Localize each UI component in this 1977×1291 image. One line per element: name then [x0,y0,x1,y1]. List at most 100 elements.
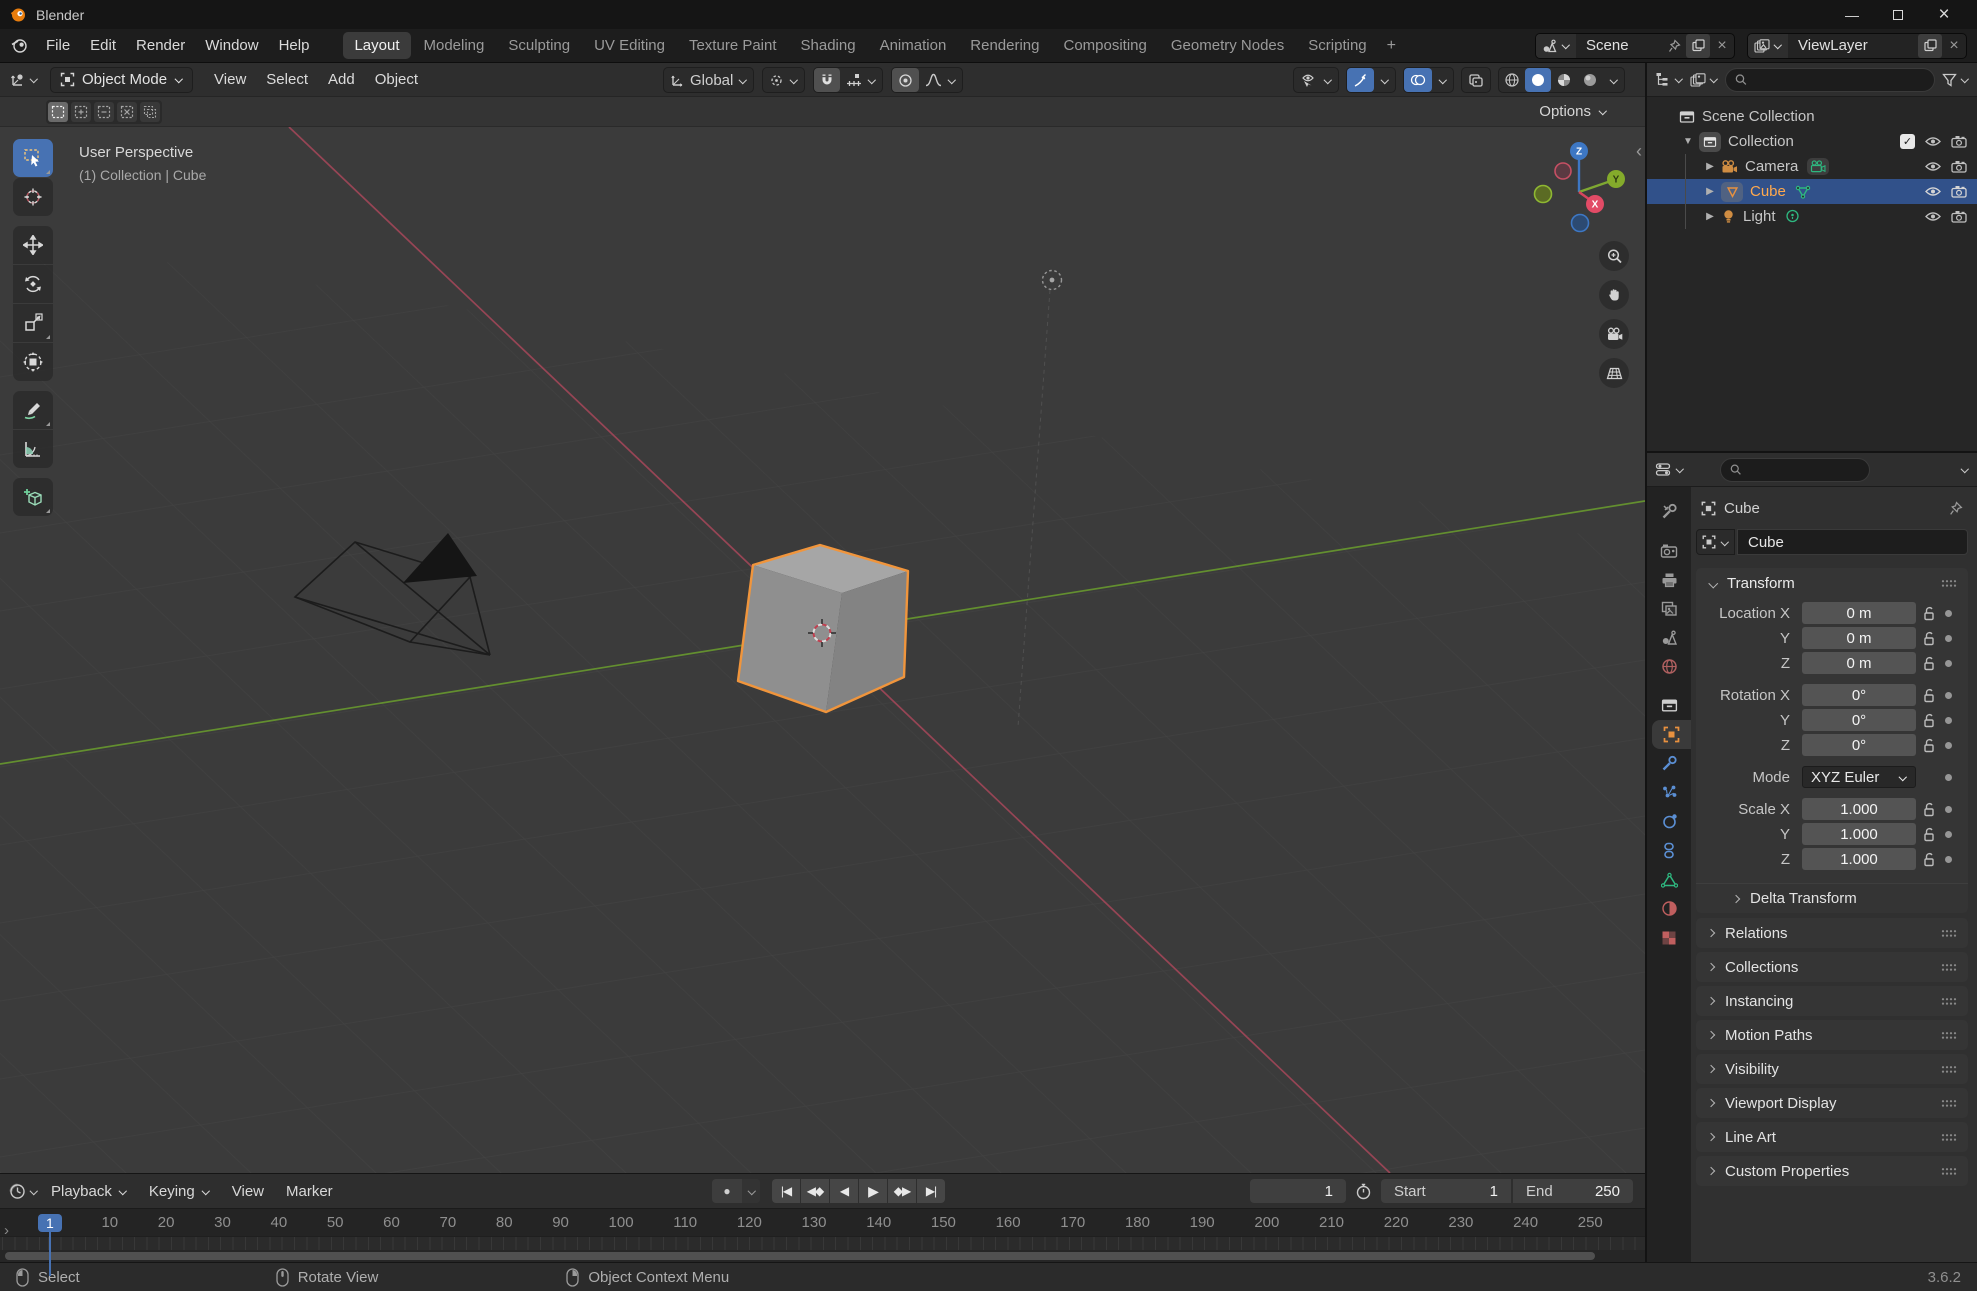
new-viewlayer-button[interactable] [1918,33,1942,58]
tab-physics[interactable] [1647,807,1691,836]
outliner-search[interactable] [1725,67,1935,92]
timeline-view-menu[interactable]: View [223,1179,273,1204]
camera-view-button[interactable] [1599,319,1629,349]
tool-cursor[interactable] [13,178,53,216]
render-camera-toggle[interactable] [1951,135,1967,148]
auto-keying-dropdown[interactable] [742,1179,760,1203]
shading-rendered-button[interactable] [1577,68,1603,92]
animate-dot[interactable] [1945,691,1952,699]
timeline-marker-menu[interactable]: Marker [277,1179,342,1204]
menu-item[interactable]: Edit [80,33,126,58]
sidebar-collapse-icon[interactable]: ‹ [1636,141,1642,162]
value-field[interactable]: 0° [1802,734,1916,756]
tab-render[interactable] [1647,536,1691,565]
tool-add-cube[interactable] [13,478,53,516]
jump-to-end-button[interactable]: ▶| [917,1179,945,1203]
value-field[interactable]: 0 m [1802,602,1916,624]
snap-toggle[interactable] [814,68,841,92]
properties-search-input[interactable] [1747,461,1860,478]
drag-handle-icon[interactable] [1941,1031,1957,1040]
hide-eye-toggle[interactable] [1924,186,1942,197]
properties-panel-header[interactable]: Delta Transform [1696,883,1968,913]
workspace-tab[interactable]: Texture Paint [678,32,788,59]
perspective-toggle-button[interactable] [1599,358,1629,388]
tab-modifiers[interactable] [1647,749,1691,778]
select-mode-invert[interactable] [117,101,137,122]
select-mode-set[interactable] [48,101,68,122]
show-overlays-toggle[interactable] [1404,68,1432,92]
drag-handle-icon[interactable] [1941,997,1957,1006]
timeline-ruler[interactable]: 1 10 20 30 40 50 60 70 80 90 100 110 120 130 140 150 160… [0,1208,1645,1236]
mode-dropdown[interactable]: Object Mode [50,66,194,93]
end-frame-field[interactable]: End 250 [1513,1179,1633,1203]
tool-transform[interactable] [13,343,53,381]
workspace-tab[interactable]: UV Editing [583,32,676,59]
menu-item[interactable]: Window [195,33,268,58]
play-button[interactable]: ▶ [859,1179,887,1203]
workspace-tab[interactable]: Layout [343,32,411,59]
unlink-scene-button[interactable]: × [1710,34,1734,58]
animate-dot[interactable] [1945,830,1952,838]
timeline-expander-icon[interactable]: › [4,1222,9,1239]
navigation-gizmo[interactable]: Z Y X [1505,135,1630,240]
render-camera-toggle[interactable] [1951,185,1967,198]
snap-with-dropdown[interactable] [840,68,882,92]
playback-menu[interactable]: Playback [42,1179,136,1204]
hide-eye-toggle[interactable] [1924,161,1942,172]
falloff-dropdown[interactable] [919,68,962,92]
viewlayer-name[interactable]: ViewLayer [1788,37,1918,54]
maximize-button[interactable] [1875,0,1921,29]
drag-handle-icon[interactable] [1941,1167,1957,1176]
tab-material[interactable] [1647,894,1691,923]
viewport-menu-item[interactable]: Select [257,67,317,92]
lock-icon[interactable] [1916,738,1942,753]
viewport-menu-item[interactable]: Object [366,67,427,92]
disclosure-closed-icon[interactable]: ▶ [1699,211,1721,222]
shading-wireframe-button[interactable] [1499,68,1525,92]
xray-toggle[interactable] [1461,67,1491,93]
select-mode-subtract[interactable] [94,101,114,122]
show-gizmo-toggle[interactable] [1347,68,1374,92]
shading-solid-button[interactable] [1525,68,1551,92]
tab-object[interactable] [1652,720,1691,749]
outliner-editor-type-button[interactable] [1655,72,1683,87]
outliner-search-input[interactable] [1752,71,1925,88]
new-scene-button[interactable] [1686,33,1710,58]
breadcrumb-object[interactable]: Cube [1724,500,1760,517]
blender-menu-icon[interactable] [10,37,30,54]
play-reverse-button[interactable]: ◀ [830,1179,858,1203]
lock-icon[interactable] [1916,656,1942,671]
scene-name[interactable]: Scene [1576,37,1662,54]
prev-keyframe-button[interactable]: ◀◆ [801,1179,829,1203]
object-id-icon-button[interactable] [1696,529,1735,555]
pin-icon[interactable] [1949,500,1963,516]
tab-view-layer[interactable] [1647,594,1691,623]
scene-browse-button[interactable] [1536,33,1576,58]
close-button[interactable]: × [1921,0,1967,29]
overlays-dropdown[interactable] [1432,68,1453,92]
tab-scene[interactable] [1647,623,1691,652]
add-workspace-button[interactable]: + [1378,32,1405,60]
tab-world[interactable] [1647,652,1691,681]
pin-scene-button[interactable] [1662,34,1686,58]
tool-measure[interactable] [13,430,53,468]
properties-panel-header[interactable]: Line Art [1696,1122,1968,1152]
viewport-menu-item[interactable]: View [205,67,255,92]
scrollbar-thumb[interactable] [5,1252,1595,1260]
lock-icon[interactable] [1916,852,1942,867]
select-mode-intersect[interactable] [140,101,160,122]
tool-annotate[interactable] [13,391,53,429]
tab-constraints[interactable] [1647,836,1691,865]
drag-handle-icon[interactable] [1941,963,1957,972]
drag-handle-icon[interactable] [1941,1133,1957,1142]
lock-icon[interactable] [1916,827,1942,842]
workspace-tab[interactable]: Rendering [959,32,1050,59]
outliner-row-collection[interactable]: ▼ Collection ✓ [1647,129,1977,154]
animate-dot[interactable] [1945,773,1952,781]
animate-dot[interactable] [1945,659,1952,667]
select-mode-extend[interactable] [71,101,91,122]
properties-panel-header[interactable]: Collections [1696,952,1968,982]
current-frame-field[interactable]: 1 [1250,1179,1346,1203]
hide-eye-toggle[interactable] [1924,136,1942,147]
tool-move[interactable] [13,226,53,264]
